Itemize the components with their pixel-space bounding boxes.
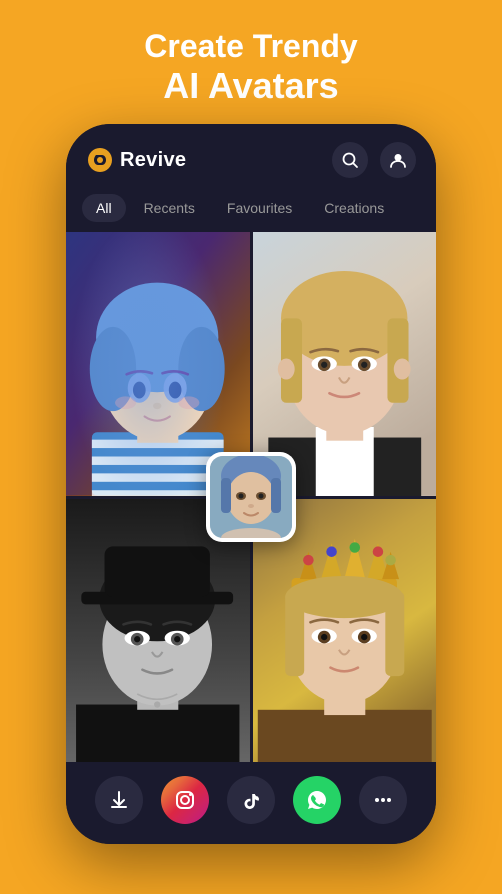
search-icon — [341, 151, 359, 169]
tiktok-button[interactable] — [227, 776, 275, 824]
header-area: Create Trendy AI Avatars — [124, 0, 377, 124]
selfie-portrait — [210, 456, 292, 538]
download-icon — [108, 789, 130, 811]
instagram-icon — [173, 788, 197, 812]
logo-icon — [86, 146, 114, 174]
tabs-bar: All Recents Favourites Creations — [66, 188, 436, 232]
profile-icon — [389, 151, 407, 169]
search-button[interactable] — [332, 142, 368, 178]
selfie-card — [206, 452, 296, 542]
bottom-bar — [66, 762, 436, 844]
header-line2: AI Avatars — [144, 65, 357, 106]
phone-mockup: Revive All Recents Favourites Creations — [66, 124, 436, 844]
tab-recents[interactable]: Recents — [130, 194, 209, 222]
top-bar: Revive — [66, 124, 436, 188]
tab-all[interactable]: All — [82, 194, 126, 222]
instagram-button[interactable] — [161, 776, 209, 824]
header-line1: Create Trendy — [144, 28, 357, 65]
download-button[interactable] — [95, 776, 143, 824]
selfie-image — [210, 456, 292, 538]
tab-creations[interactable]: Creations — [310, 194, 398, 222]
more-icon — [372, 789, 394, 811]
more-button[interactable] — [359, 776, 407, 824]
top-icons — [332, 142, 416, 178]
whatsapp-button[interactable] — [293, 776, 341, 824]
tab-favourites[interactable]: Favourites — [213, 194, 306, 222]
profile-button[interactable] — [380, 142, 416, 178]
logo-area: Revive — [86, 146, 186, 174]
image-grid — [66, 232, 436, 762]
app-name: Revive — [120, 149, 186, 172]
whatsapp-icon — [305, 788, 329, 812]
tiktok-icon — [239, 788, 263, 812]
